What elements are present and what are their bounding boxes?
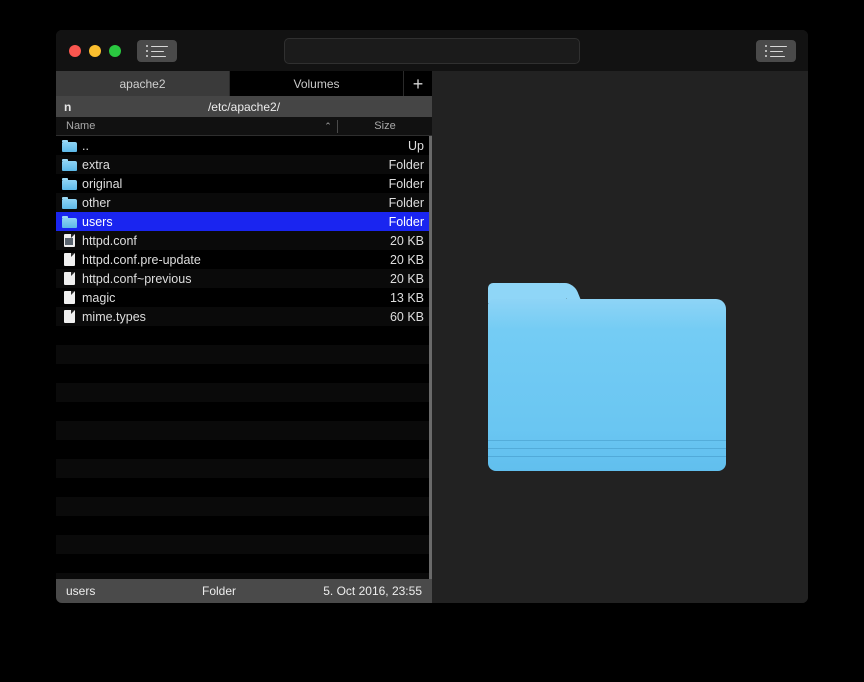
large-folder-icon xyxy=(488,283,726,471)
current-path: /etc/apache2/ xyxy=(207,99,281,114)
column-headers: Name ⌃ Size xyxy=(56,117,432,136)
folder-icon xyxy=(56,215,82,228)
file-name: original xyxy=(82,176,123,191)
search-input[interactable] xyxy=(284,38,580,64)
folder-stripe xyxy=(488,447,726,449)
file-name: httpd.conf.pre-update xyxy=(82,252,201,267)
folder-icon xyxy=(56,177,82,190)
column-header-name[interactable]: Name xyxy=(56,120,319,132)
file-size: Folder xyxy=(388,176,424,191)
table-row[interactable]: original Folder xyxy=(56,174,432,193)
folder-icon xyxy=(56,196,82,209)
preview-pane xyxy=(432,71,808,603)
tab-apache2[interactable]: apache2 xyxy=(56,71,230,96)
left-view-mode-button[interactable] xyxy=(137,39,177,62)
table-row[interactable]: .. Up xyxy=(56,136,432,155)
right-view-mode-button[interactable] xyxy=(756,39,796,62)
empty-row xyxy=(56,364,432,383)
table-row[interactable]: users Folder xyxy=(56,212,432,231)
file-size: Up xyxy=(408,138,424,153)
empty-row xyxy=(56,326,432,345)
file-name: httpd.conf~previous xyxy=(82,271,192,286)
list-view-icon xyxy=(765,44,787,57)
browser-pane: apache2 Volumes + n /etc/apache2/ Name ⌃… xyxy=(56,71,432,603)
empty-row xyxy=(56,516,432,535)
empty-row xyxy=(56,535,432,554)
table-row[interactable]: httpd.conf.pre-update 20 KB xyxy=(56,250,432,269)
folder-icon xyxy=(56,139,82,152)
zoom-button[interactable] xyxy=(109,44,121,57)
empty-row xyxy=(56,421,432,440)
file-size: Folder xyxy=(388,157,424,172)
table-row[interactable]: httpd.conf 20 KB xyxy=(56,231,432,250)
file-name: other xyxy=(82,195,111,210)
file-manager-window: apache2 Volumes + n /etc/apache2/ Name ⌃… xyxy=(56,30,808,603)
document-icon xyxy=(56,310,82,323)
empty-row xyxy=(56,554,432,573)
file-size: 60 KB xyxy=(389,309,424,324)
sort-ascending-icon[interactable]: ⌃ xyxy=(319,121,337,132)
table-row[interactable]: extra Folder xyxy=(56,155,432,174)
plus-icon: + xyxy=(412,73,424,94)
file-name: extra xyxy=(82,157,110,172)
file-size: 13 KB xyxy=(389,290,424,305)
tab-volumes[interactable]: Volumes xyxy=(230,71,404,96)
table-row[interactable]: httpd.conf~previous 20 KB xyxy=(56,269,432,288)
minimize-button[interactable] xyxy=(89,44,101,57)
empty-row xyxy=(56,459,432,478)
path-bar[interactable]: n /etc/apache2/ xyxy=(56,96,432,117)
file-name: .. xyxy=(82,138,89,153)
window-controls xyxy=(69,44,121,57)
document-icon xyxy=(56,272,82,285)
folder-stripe xyxy=(488,455,726,457)
file-size: Folder xyxy=(388,195,424,210)
empty-row xyxy=(56,497,432,516)
table-row[interactable]: other Folder xyxy=(56,193,432,212)
file-list[interactable]: .. Up extra Folder original Folder other Folder… xyxy=(56,136,432,579)
tab-bar: apache2 Volumes + xyxy=(56,71,432,96)
window-body: apache2 Volumes + n /etc/apache2/ Name ⌃… xyxy=(56,71,808,603)
file-name: httpd.conf xyxy=(82,233,137,248)
file-name: magic xyxy=(82,290,116,305)
column-header-size[interactable]: Size xyxy=(338,120,432,132)
document-preview-icon xyxy=(56,234,82,247)
status-name: users xyxy=(66,584,96,598)
folder-icon xyxy=(56,158,82,171)
file-size: 20 KB xyxy=(389,233,424,248)
file-size: Folder xyxy=(388,214,424,229)
close-button[interactable] xyxy=(69,44,81,57)
drive-label: n xyxy=(64,99,72,114)
empty-row xyxy=(56,573,432,579)
empty-row xyxy=(56,383,432,402)
table-row[interactable]: magic 13 KB xyxy=(56,288,432,307)
status-type: Folder xyxy=(202,584,237,598)
file-name: users xyxy=(82,214,113,229)
table-row[interactable]: mime.types 60 KB xyxy=(56,307,432,326)
empty-row xyxy=(56,440,432,459)
file-size: 20 KB xyxy=(389,252,424,267)
document-icon xyxy=(56,291,82,304)
empty-row xyxy=(56,478,432,497)
file-size: 20 KB xyxy=(389,271,424,286)
titlebar xyxy=(56,30,808,71)
tab-label: apache2 xyxy=(119,76,166,91)
document-icon xyxy=(56,253,82,266)
folder-body xyxy=(488,299,726,471)
status-bar: users Folder 5. Oct 2016, 23:55 xyxy=(56,579,432,603)
empty-row xyxy=(56,402,432,421)
tab-label: Volumes xyxy=(293,76,340,91)
status-date: 5. Oct 2016, 23:55 xyxy=(323,584,422,598)
list-view-icon xyxy=(146,44,168,57)
new-tab-button[interactable]: + xyxy=(404,71,432,96)
empty-row xyxy=(56,345,432,364)
folder-stripe xyxy=(488,439,726,441)
file-name: mime.types xyxy=(82,309,146,324)
